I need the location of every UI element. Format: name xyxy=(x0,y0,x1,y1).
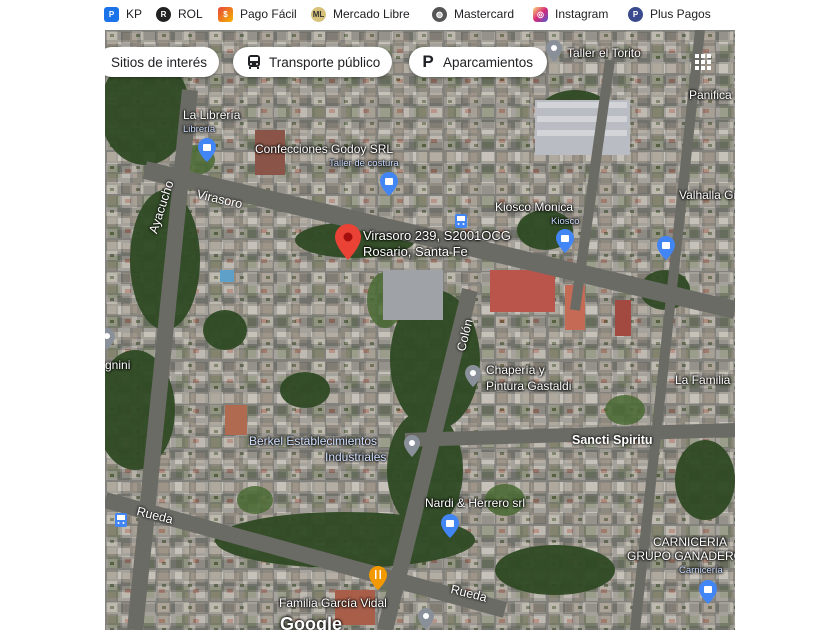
rol-icon: R xyxy=(156,6,171,22)
plus-pagos-icon: P xyxy=(628,6,643,22)
place-label-valhalla[interactable]: Valhalla Gi xyxy=(679,188,735,202)
instagram-icon: ◎ xyxy=(533,6,548,22)
bookmark-mercado-libre[interactable]: ML Mercado Libre xyxy=(311,4,410,24)
bookmarks-bar: P KP R ROL $ Pago Fácil ML Mercado Libre… xyxy=(0,0,840,28)
bookmark-pago-facil[interactable]: $ Pago Fácil xyxy=(218,4,297,24)
bookmark-plus-pagos[interactable]: P Plus Pagos xyxy=(628,4,711,24)
address-line2: Rosario, Santa Fe xyxy=(363,244,468,259)
place-label-kiosco-monica[interactable]: Kiosco Monica xyxy=(495,200,573,214)
bookmark-label: Pago Fácil xyxy=(240,7,297,21)
parking-icon: P xyxy=(422,52,434,71)
place-pin-icon[interactable] xyxy=(546,40,562,62)
place-label-nardi-herrero[interactable]: Nardi & Herrero srl xyxy=(425,496,525,510)
chip-label: Aparcamientos xyxy=(443,54,534,70)
bookmark-instagram[interactable]: ◎ Instagram xyxy=(533,4,608,24)
place-label-berkel[interactable]: Berkel Establecimientos xyxy=(249,434,377,448)
chip-label: Sitios de interés xyxy=(111,54,208,70)
pago-facil-icon: $ xyxy=(218,6,233,22)
shopping-bag-icon[interactable] xyxy=(699,580,717,604)
place-pin-icon[interactable] xyxy=(465,365,481,387)
chip-transporte-publico[interactable]: Transporte público xyxy=(233,47,393,77)
place-category-carniceria: Carnicería xyxy=(679,565,723,576)
bookmark-label: Instagram xyxy=(555,7,609,21)
globe-icon: ◍ xyxy=(432,6,447,22)
place-label-taller-el-torito[interactable]: Taller el Torito xyxy=(567,46,641,60)
shopping-bag-icon[interactable] xyxy=(657,236,675,260)
chip-label: Transporte público xyxy=(269,54,381,70)
shopping-bag-icon[interactable] xyxy=(556,229,574,253)
satellite-map[interactable]: Sitios de interés Transporte público P A… xyxy=(105,30,735,630)
bus-stop-icon[interactable] xyxy=(455,214,467,228)
place-label-confecciones-godoy[interactable]: Confecciones Godoy SRL xyxy=(255,142,393,156)
google-logo: Google xyxy=(280,614,342,630)
shopping-bag-icon[interactable] xyxy=(441,514,459,538)
bookmark-rol[interactable]: R ROL xyxy=(156,4,203,24)
kp-icon: P xyxy=(104,6,119,22)
restaurant-icon[interactable] xyxy=(369,566,387,590)
bookmark-label: Mastercard xyxy=(454,7,515,21)
shopping-bag-icon[interactable] xyxy=(198,138,216,162)
bookmark-label: ROL xyxy=(178,7,203,21)
place-category-libreria: Librería xyxy=(183,124,216,135)
chip-aparcamientos[interactable]: P Aparcamientos xyxy=(409,47,548,77)
place-category-taller-costura: Taller de costura xyxy=(329,158,399,169)
bookmark-mastercard[interactable]: ◍ Mastercard xyxy=(432,4,514,24)
bookmark-label: Mercado Libre xyxy=(333,7,410,21)
place-label-carniceria-line2: GRUPO GANADERO xyxy=(627,549,735,563)
place-label-carniceria[interactable]: CARNICERIA xyxy=(653,535,727,549)
shopping-bag-icon[interactable] xyxy=(380,172,398,196)
place-label-chaperia[interactable]: Chapería y xyxy=(486,363,545,377)
chip-sitios-de-interes[interactable]: Sitios de interés xyxy=(105,47,220,77)
place-category-kiosco: Kiosco xyxy=(551,216,580,227)
mercado-libre-icon: ML xyxy=(311,6,326,22)
place-pin-icon[interactable] xyxy=(404,435,420,457)
place-label-gnini[interactable]: gnini xyxy=(105,358,130,372)
place-label-panifica[interactable]: Panifica xyxy=(689,88,732,102)
location-pin-icon[interactable] xyxy=(335,224,361,260)
grid-icon[interactable] xyxy=(695,54,711,70)
bookmark-label: KP xyxy=(126,7,143,21)
place-label-chaperia-line2: Pintura Gastaldi xyxy=(486,379,572,393)
place-label-familia-garcia-vidal[interactable]: Familia García Vidal xyxy=(279,596,387,610)
bookmark-label: Plus Pagos xyxy=(650,7,711,21)
bus-icon xyxy=(245,53,263,71)
bus-stop-icon[interactable] xyxy=(115,513,127,527)
street-label-sancti-spiritu: Sancti Spiritu xyxy=(572,433,653,447)
place-label-berkel-line2: Industriales xyxy=(325,450,387,464)
address-line1[interactable]: Virasoro 239, S2001OCG xyxy=(363,228,511,243)
place-pin-icon[interactable] xyxy=(418,608,434,630)
bookmark-kp[interactable]: P KP xyxy=(104,4,142,24)
place-label-la-libreria[interactable]: La Librería xyxy=(183,108,240,122)
place-pin-icon[interactable] xyxy=(105,328,115,350)
place-label-la-familia[interactable]: La Familia xyxy=(675,373,730,387)
